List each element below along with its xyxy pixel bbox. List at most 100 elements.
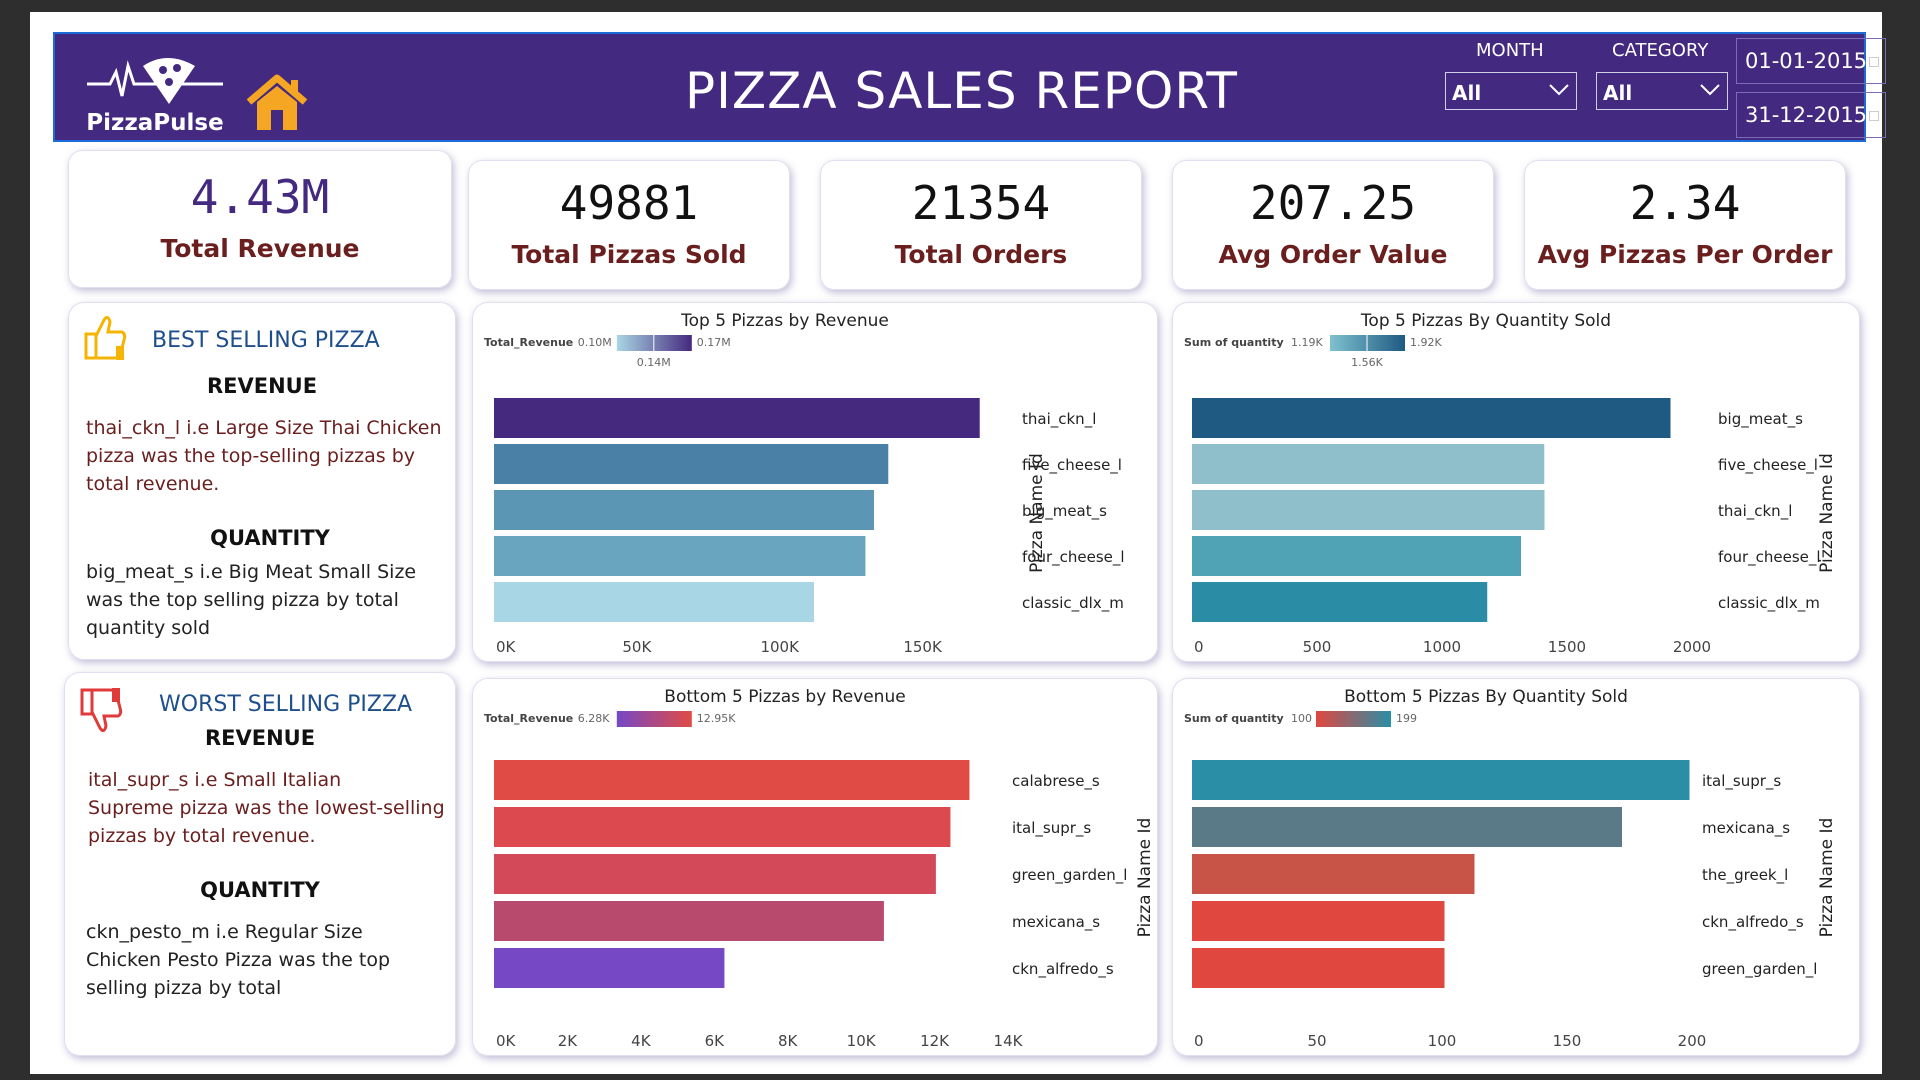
report-canvas: PizzaPulse PIZZA SALES REPORT MONTH All …: [30, 12, 1886, 1074]
best-revenue-line: pizza was the top-selling pizzas by: [86, 445, 416, 467]
start-date-picker[interactable]: 01-01-2015: [1736, 38, 1886, 84]
category-label: ckn_alfredo_s: [1702, 913, 1804, 932]
bar: [494, 536, 866, 576]
worst-selling-card: WORST SELLING PIZZA REVENUE ital_supr_s …: [64, 672, 456, 1056]
kpi-label: Total Pizzas Sold: [511, 240, 747, 269]
category-label: the_greek_l: [1702, 866, 1788, 885]
bar: [494, 760, 970, 800]
top5-quantity-chart: Top 5 Pizzas By Quantity Sold Sum of quan…: [1172, 302, 1860, 662]
legend-mid: 0.14M: [637, 356, 671, 369]
kpi-total-pizzas-sold: 49881 Total Pizzas Sold: [468, 160, 790, 290]
best-revenue-heading: REVENUE: [206, 374, 318, 398]
category-dropdown[interactable]: All: [1596, 72, 1728, 110]
header-bar: PizzaPulse PIZZA SALES REPORT MONTH All …: [53, 32, 1886, 142]
kpi-label: Total Orders: [894, 240, 1068, 269]
chevron-down-icon: [1700, 84, 1720, 96]
x-tick-label: 10K: [847, 1032, 877, 1050]
worst-revenue-line: pizzas by total revenue.: [88, 825, 316, 847]
bar: [494, 490, 874, 530]
best-quantity-text: big_meat_s i.e Big Meat Small Size was t…: [86, 558, 416, 642]
bottom5-revenue-chart: Bottom 5 Pizzas by Revenue Total_Revenue 6…: [472, 678, 1158, 1056]
chart-title: Bottom 5 Pizzas By Quantity Sold: [1344, 687, 1628, 707]
kpi-value: 207.25: [1249, 176, 1417, 230]
month-label: MONTH: [1476, 40, 1544, 61]
x-tick-label: 150: [1553, 1032, 1582, 1050]
chart-title: Bottom 5 Pizzas by Revenue: [664, 687, 905, 707]
worst-quantity-heading: QUANTITY: [200, 878, 320, 902]
x-tick-label: 0K: [496, 638, 517, 656]
category-label: ital_supr_s: [1012, 819, 1091, 838]
legend-field: Sum of quantity: [1184, 336, 1284, 349]
worst-quantity-line: selling pizza by total: [86, 977, 282, 999]
kpi-value: 4.43M: [190, 170, 330, 224]
kpi-value: 49881: [559, 176, 699, 230]
x-tick-label: 2K: [558, 1032, 579, 1050]
legend-min: 1.19K: [1291, 336, 1323, 349]
worst-revenue-text: ital_supr_s i.e Small Italian Supreme pi…: [88, 766, 445, 850]
legend-max: 12.95K: [697, 712, 736, 725]
chart-svg: Top 5 Pizzas By Quantity Sold Sum of quan…: [1184, 311, 1837, 656]
category-label: big_meat_s: [1718, 410, 1803, 429]
category-label: four_cheese_l: [1718, 548, 1821, 567]
worst-revenue-line: ital_supr_s i.e Small Italian: [88, 769, 342, 791]
end-date-value: 31-12-2015: [1745, 103, 1868, 127]
month-dropdown[interactable]: All: [1445, 72, 1577, 110]
chart-svg: Bottom 5 Pizzas By Quantity Sold Sum of q…: [1184, 687, 1837, 1050]
end-date-picker[interactable]: 31-12-2015: [1736, 92, 1886, 138]
legend-min: 6.28K: [578, 712, 610, 725]
bar: [1192, 536, 1521, 576]
legend-gradient: [1316, 711, 1391, 727]
month-value: All: [1452, 81, 1482, 105]
x-tick-label: 100K: [760, 638, 800, 656]
kpi-value: 2.34: [1629, 176, 1741, 230]
y-axis-title: Pizza Name Id: [1135, 818, 1155, 938]
x-tick-label: 0: [1194, 638, 1204, 656]
category-value: All: [1603, 81, 1633, 105]
best-selling-card: BEST SELLING PIZZA REVENUE thai_ckn_l i.…: [68, 302, 456, 660]
chart-title: Top 5 Pizzas By Quantity Sold: [1360, 311, 1611, 331]
legend-min: 0.10M: [578, 336, 612, 349]
thumbs-up-icon: [84, 315, 127, 360]
bar: [494, 398, 980, 438]
kpi-avg-pizzas-per-order: 2.34 Avg Pizzas Per Order: [1524, 160, 1846, 290]
legend-field: Total_Revenue: [484, 336, 573, 349]
bottom5-quantity-chart: Bottom 5 Pizzas By Quantity Sold Sum of q…: [1172, 678, 1860, 1056]
best-quantity-heading: QUANTITY: [210, 526, 330, 550]
legend-field: Total_Revenue: [484, 712, 573, 725]
category-label: classic_dlx_m: [1022, 594, 1124, 613]
best-quantity-line: quantity sold: [86, 617, 211, 639]
bar: [494, 901, 884, 941]
chevron-down-icon: [1549, 84, 1569, 96]
x-tick-label: 150K: [903, 638, 943, 656]
best-selling-title: BEST SELLING PIZZA: [152, 328, 380, 353]
category-label: ital_supr_s: [1702, 772, 1781, 791]
x-tick-label: 4K: [631, 1032, 652, 1050]
legend-min: 100: [1291, 712, 1312, 725]
y-axis-title: Pizza Name Id: [1817, 818, 1837, 938]
worst-quantity-line: Chicken Pesto Pizza was the top: [86, 949, 391, 971]
x-tick-label: 1000: [1423, 638, 1461, 656]
category-label: mexicana_s: [1702, 819, 1790, 838]
x-tick-label: 14K: [994, 1032, 1024, 1050]
kpi-label: Avg Order Value: [1218, 240, 1448, 269]
x-tick-label: 6K: [705, 1032, 726, 1050]
x-tick-label: 0K: [496, 1032, 517, 1050]
x-tick-label: 100: [1428, 1032, 1457, 1050]
bar: [494, 854, 936, 894]
bar: [1192, 901, 1445, 941]
bar: [1192, 582, 1488, 622]
best-revenue-line: thai_ckn_l i.e Large Size Thai Chicken: [86, 417, 442, 439]
worst-quantity-line: ckn_pesto_m i.e Regular Size: [86, 921, 363, 943]
legend-gradient: [616, 711, 692, 727]
legend-field: Sum of quantity: [1184, 712, 1284, 725]
bar: [1192, 444, 1545, 484]
category-label: green_garden_l: [1012, 866, 1127, 885]
x-tick-label: 200: [1678, 1032, 1707, 1050]
chart-title: Top 5 Pizzas by Revenue: [680, 311, 889, 331]
best-quantity-line: was the top selling pizza by total: [86, 589, 399, 611]
bar: [1192, 807, 1622, 847]
kpi-label: Avg Pizzas Per Order: [1537, 240, 1833, 269]
x-tick-label: 12K: [920, 1032, 950, 1050]
top5-revenue-chart: Top 5 Pizzas by Revenue Total_Revenue 0.10…: [472, 302, 1158, 662]
category-label: green_garden_l: [1702, 960, 1817, 979]
